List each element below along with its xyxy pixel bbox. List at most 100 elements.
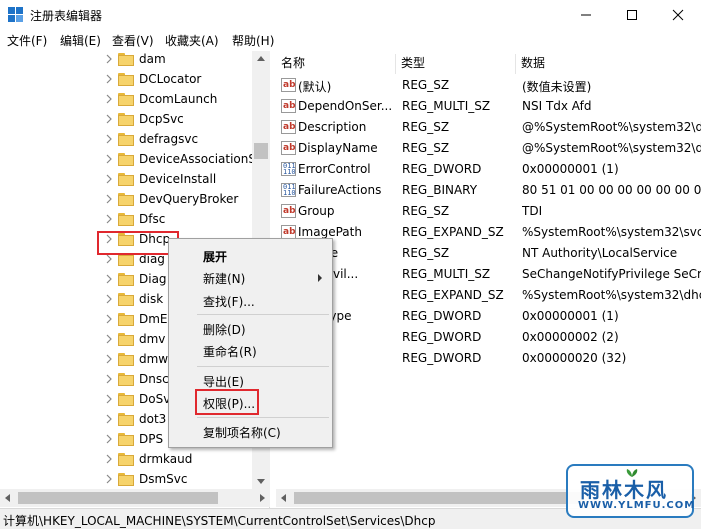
scroll-left-icon[interactable] [5,494,10,502]
scroll-thumb[interactable] [294,492,584,504]
value-row[interactable]: ab DisplayName REG_SZ @%SystemRoot%\system3… [276,138,701,159]
scroll-thumb[interactable] [18,492,218,504]
column-header-name[interactable]: 名称 [276,54,396,74]
tree-item-defragsvc[interactable]: defragsvc [0,130,252,150]
tree-horizontal-scrollbar[interactable] [0,489,270,507]
value-row[interactable]: 011110eSidTypeREG_DWORD0x00000001 (1) [276,306,701,327]
value-row[interactable]: abtNameREG_SZNT Authority\LocalService [276,243,701,264]
folder-icon [118,153,134,166]
chevron-right-icon[interactable] [104,353,114,365]
scroll-up-icon[interactable] [257,56,265,61]
tree-item-dcpsvc[interactable]: DcpSvc [0,110,252,130]
chevron-right-icon[interactable] [104,153,114,165]
chevron-right-icon[interactable] [104,393,114,405]
chevron-right-icon[interactable] [104,333,114,345]
folder-icon [118,193,134,206]
value-data: @%SystemRoot%\system32\dh [522,120,701,134]
dhcp-highlight-box [97,231,179,255]
menu-file[interactable]: 文件(F) [7,32,47,49]
tree-item-label: dam [139,52,166,66]
context-menu-item[interactable]: 导出(E) [203,373,244,390]
maximize-button[interactable] [609,0,655,30]
menu-view[interactable]: 查看(V) [112,32,154,49]
tree-item-devquerybroker[interactable]: DevQueryBroker [0,190,252,210]
tree-item-label: DPS [139,432,164,446]
menu-separator [197,366,329,367]
tree-item-label: DevQueryBroker [139,192,239,206]
close-button[interactable] [655,0,701,30]
scroll-right-icon[interactable] [260,494,265,502]
value-row[interactable]: 011 110 ErrorControl REG_DWORD 0x00000001 (1… [276,159,701,180]
tree-item-dcomlaunch[interactable]: DcomLaunch [0,90,252,110]
chevron-right-icon[interactable] [104,433,114,445]
context-menu-item[interactable]: 重命名(R) [203,343,257,360]
value-row[interactable]: ab ImagePath REG_EXPAND_SZ %SystemRoot%\sys… [276,222,701,243]
context-menu-item[interactable]: 复制项名称(C) [203,424,281,441]
chevron-right-icon[interactable] [104,73,114,85]
chevron-right-icon[interactable] [104,93,114,105]
folder-icon [118,133,134,146]
key-path: 计算机\HKEY_LOCAL_MACHINE\SYSTEM\CurrentCon… [3,514,436,528]
value-row[interactable]: ab (默认) REG_SZ (数值未设置) [276,75,701,96]
chevron-right-icon[interactable] [104,273,114,285]
value-row[interactable]: REG_DWORD 0x00000002 (2) [276,327,701,348]
value-type: REG_DWORD [402,330,482,344]
chevron-right-icon[interactable] [104,213,114,225]
value-data: 0x00000002 (2) [522,330,619,344]
chevron-right-icon[interactable] [104,133,114,145]
tree-item-label: Dfsc [139,212,166,226]
value-row[interactable]: 011 110 FailureActions REG_BINARY 80 51 01 0… [276,180,701,201]
string-value-icon: ab [281,204,296,218]
tree-item-dfsc[interactable]: Dfsc [0,210,252,230]
tree-item-label: dot3 [139,412,167,426]
value-type: REG_EXPAND_SZ [402,225,504,239]
value-type: REG_MULTI_SZ [402,267,491,281]
tree-item-dsmsvc[interactable]: DsmSvc [0,470,252,490]
value-data: (数值未设置) [522,80,592,94]
value-row[interactable]: ab DependOnSer... REG_MULTI_SZ NSI Tdx Afd [276,96,701,117]
menu-edit[interactable]: 编辑(E) [60,32,101,49]
context-menu-item[interactable]: 查找(F)... [203,293,255,310]
folder-icon [118,353,134,366]
chevron-right-icon[interactable] [104,113,114,125]
chevron-right-icon[interactable] [104,473,114,485]
value-data: NSI Tdx Afd [522,99,592,113]
chevron-right-icon[interactable] [104,193,114,205]
tree-item-drmkaud[interactable]: drmkaud [0,450,252,470]
menu-separator [197,314,329,315]
scroll-thumb[interactable] [254,143,268,159]
value-row[interactable]: abeDllREG_EXPAND_SZ%SystemRoot%\system32… [276,285,701,306]
value-row[interactable]: ab Description REG_SZ @%SystemRoot%\system3… [276,117,701,138]
tree-item-dclocator[interactable]: DCLocator [0,70,252,90]
minimize-button[interactable] [563,0,609,30]
tree-item-deviceassociations[interactable]: DeviceAssociationS [0,150,256,170]
chevron-right-icon[interactable] [104,53,114,65]
column-header-type[interactable]: 类型 [396,54,516,74]
context-menu-item[interactable]: 展开 [203,248,227,265]
scroll-left-icon[interactable] [281,494,286,502]
tree-item-label: DoSv [139,392,171,406]
value-type: REG_SZ [402,204,450,218]
context-menu-item[interactable]: 新建(N) [203,270,245,287]
value-row[interactable]: ab Group REG_SZ TDI [276,201,701,222]
chevron-right-icon[interactable] [104,453,114,465]
value-type: REG_SZ [402,141,450,155]
chevron-right-icon[interactable] [104,313,114,325]
minimize-icon [581,14,591,16]
tree-item-dam[interactable]: dam [0,51,252,70]
scroll-down-icon[interactable] [257,479,265,484]
tree-item-deviceinstall[interactable]: DeviceInstall [0,170,252,190]
submenu-arrow-icon [318,274,322,282]
chevron-right-icon[interactable] [104,293,114,305]
values-list[interactable]: 名称 类型 数据 ab (默认) REG_SZ (数值未设置) ab DependOnSe… [276,51,701,489]
menu-favorites[interactable]: 收藏夹(A) [165,32,219,49]
chevron-right-icon[interactable] [104,373,114,385]
context-menu-item[interactable]: 删除(D) [203,321,246,338]
value-row[interactable]: abredPrivil...REG_MULTI_SZSeChangeNotify… [276,264,701,285]
chevron-right-icon[interactable] [104,173,114,185]
value-name: Description [298,120,367,134]
chevron-right-icon[interactable] [104,413,114,425]
column-header-data[interactable]: 数据 [516,54,701,74]
menu-help[interactable]: 帮助(H) [232,32,274,49]
value-row[interactable]: REG_DWORD 0x00000020 (32) [276,348,701,369]
